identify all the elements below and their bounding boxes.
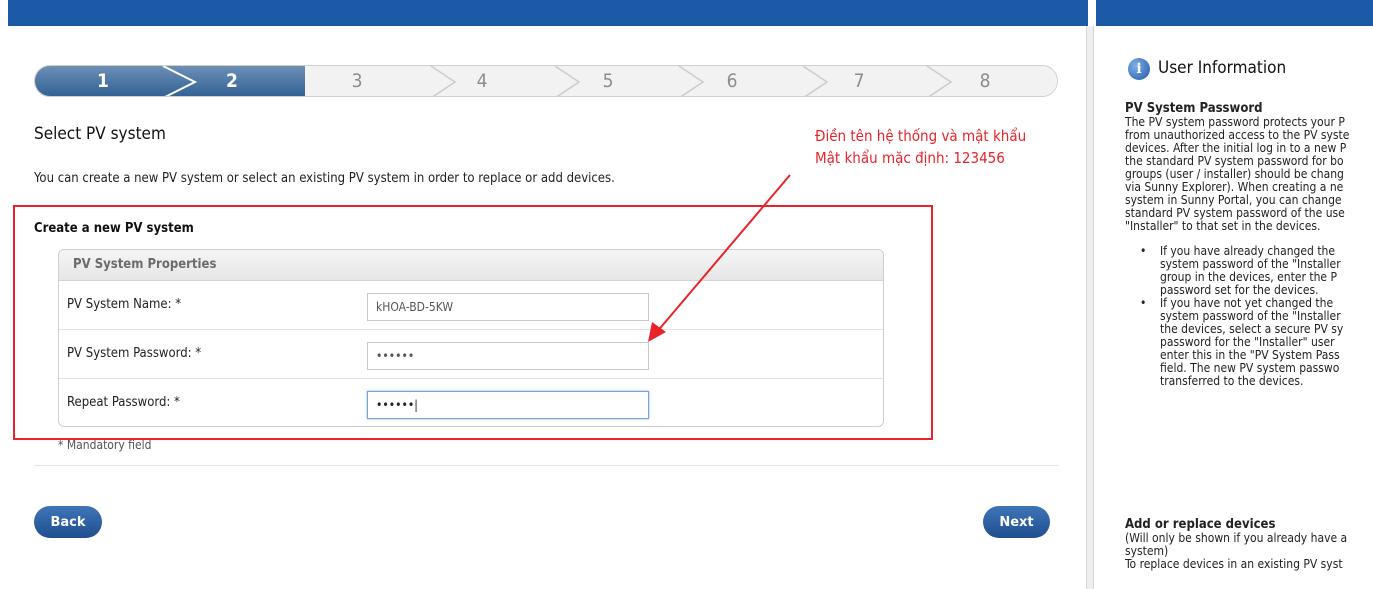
pw-text-line: "Installer" to that set in the devices. [1125,219,1321,233]
pw-heading: PV System Password [1125,101,1263,116]
bullet-dot: • [1140,244,1147,258]
info-icon: i [1128,58,1150,80]
bullet2-line: transferred to the devices. [1160,374,1304,388]
info-title: User Information [1158,58,1287,78]
add-devices-line: To replace devices in an existing PV sys… [1125,557,1343,571]
bullet-dot: • [1140,296,1147,310]
add-devices-heading: Add or replace devices [1125,517,1276,532]
